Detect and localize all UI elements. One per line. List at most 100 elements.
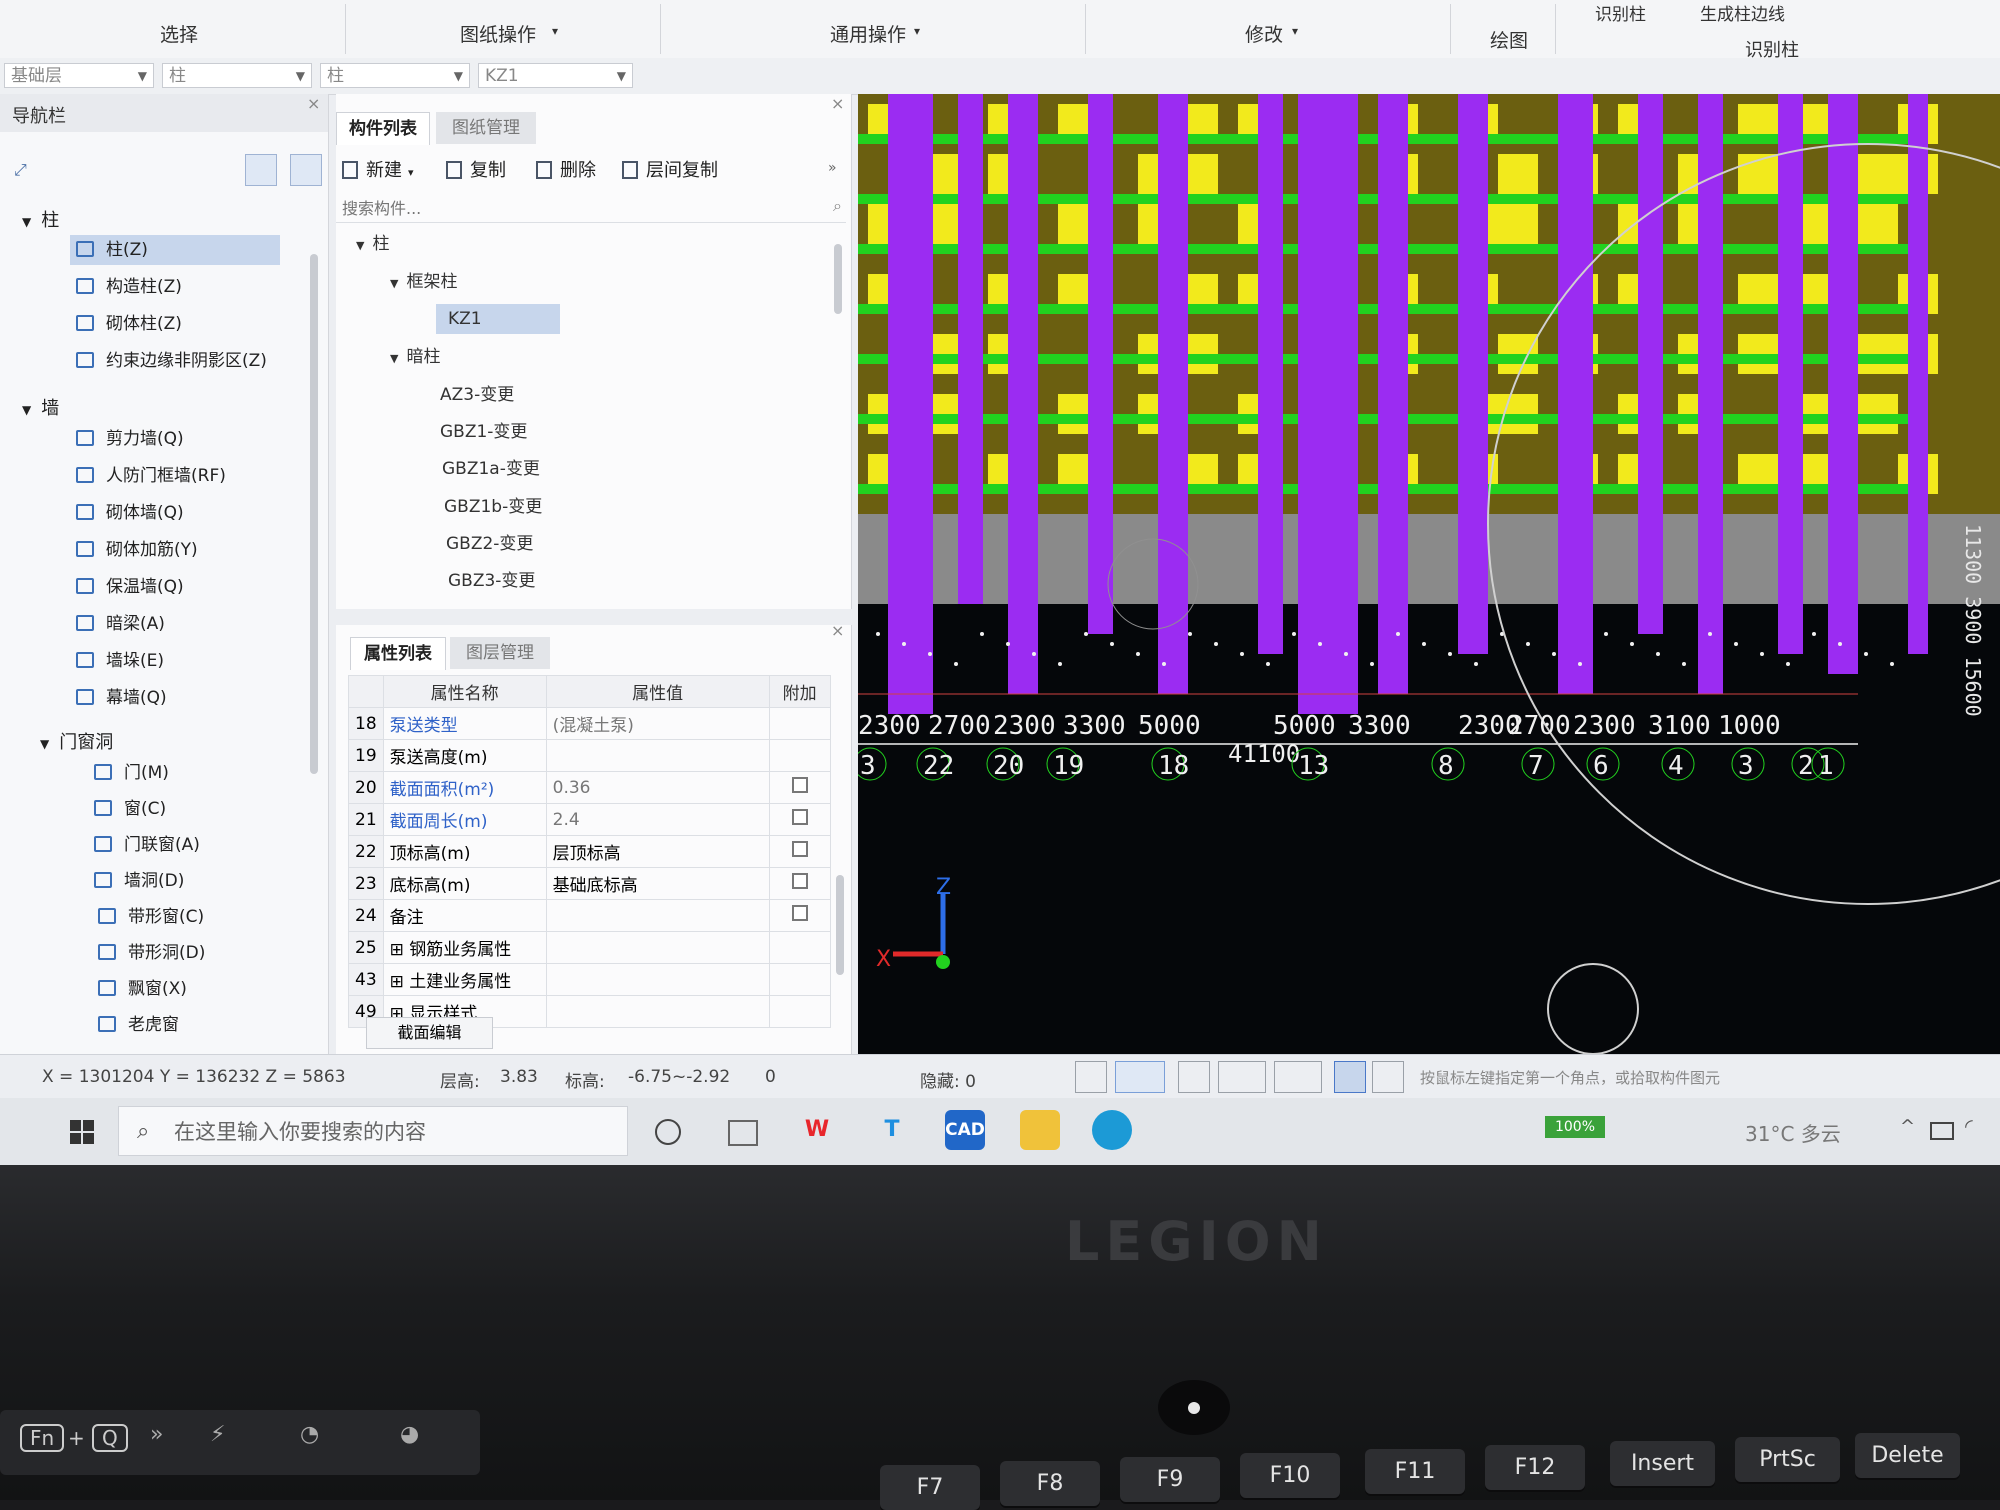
key-prtsc[interactable]: PrtSc xyxy=(1735,1437,1840,1482)
windows-start-icon[interactable] xyxy=(70,1120,94,1144)
new-button[interactable]: 新建 ▾ xyxy=(342,156,414,186)
ortho-icon[interactable] xyxy=(1075,1061,1107,1093)
angle-icon[interactable] xyxy=(1218,1061,1266,1093)
property-scrollbar[interactable] xyxy=(836,875,844,975)
snap-icon[interactable] xyxy=(1115,1061,1165,1093)
key-f12[interactable]: F12 xyxy=(1485,1445,1585,1490)
tree-item-gbz1a[interactable]: GBZ1a-变更 xyxy=(442,454,540,484)
attach-checkbox[interactable] xyxy=(791,905,808,921)
cross-icon[interactable] xyxy=(1178,1061,1210,1093)
t-app-icon[interactable]: T xyxy=(872,1110,912,1150)
nav-item-column[interactable]: 柱(Z) xyxy=(70,235,280,265)
nav-item-civil-defense-wall[interactable]: 人防门框墙(RF) xyxy=(70,461,280,491)
more-icon[interactable]: » xyxy=(828,160,837,176)
key-f9[interactable]: F9 xyxy=(1120,1457,1220,1502)
tree-root-column[interactable]: ▼ 柱 xyxy=(356,229,389,259)
select-mode-icon[interactable] xyxy=(1334,1061,1366,1093)
property-value[interactable]: 基础底标高 xyxy=(545,867,770,900)
nav-item-bay-window[interactable]: 飘窗(X) xyxy=(92,974,302,1004)
nav-item-window[interactable]: 窗(C) xyxy=(88,794,298,824)
attach-checkbox[interactable] xyxy=(791,809,808,825)
nav-item-door-window[interactable]: 门联窗(A) xyxy=(88,830,298,860)
close-icon[interactable]: × xyxy=(831,94,844,113)
nav-group-column[interactable]: ▼ 柱 xyxy=(22,206,59,232)
property-row[interactable]: 22 顶标高(m) 层顶标高 xyxy=(348,835,831,868)
weather-text[interactable]: 31°C 多云 xyxy=(1745,1118,1841,1147)
task-view-icon[interactable] xyxy=(728,1120,758,1146)
property-row[interactable]: 21 截面周长(m) 2.4 xyxy=(348,803,831,836)
nav-item-door[interactable]: 门(M) xyxy=(88,758,298,788)
copy-between-floors-button[interactable]: 层间复制 xyxy=(622,156,718,186)
tab-property-list[interactable]: 属性列表 xyxy=(350,637,446,670)
nav-item-wall-opening[interactable]: 墙洞(D) xyxy=(88,866,298,896)
property-value[interactable] xyxy=(545,963,770,996)
power-button[interactable] xyxy=(1158,1380,1230,1435)
cad-app-icon[interactable]: CAD xyxy=(945,1110,985,1150)
property-row[interactable]: 25 ⊞ 钢筋业务属性 xyxy=(348,931,831,964)
property-value[interactable] xyxy=(545,739,770,772)
nav-scrollbar[interactable] xyxy=(310,254,318,774)
nav-item-masonry-column[interactable]: 砌体柱(Z) xyxy=(70,309,280,339)
fn-key[interactable]: Fn xyxy=(20,1424,65,1452)
nav-item-hidden-beam[interactable]: 暗梁(A) xyxy=(70,609,280,639)
property-value[interactable]: 0.36 xyxy=(545,771,770,804)
file-explorer-icon[interactable] xyxy=(1020,1110,1060,1150)
property-value[interactable]: 2.4 xyxy=(545,803,770,836)
wps-office-icon[interactable]: W xyxy=(797,1110,837,1150)
ribbon-group-drawing-ops[interactable]: 图纸操作 xyxy=(460,20,536,47)
close-icon[interactable]: × xyxy=(307,94,320,113)
property-row[interactable]: 18 泵送类型 (混凝土泵) xyxy=(348,707,831,740)
attach-checkbox[interactable] xyxy=(791,777,808,793)
nav-item-wall-pier[interactable]: 墙垛(E) xyxy=(70,646,280,676)
ribbon-group-modify[interactable]: 修改 xyxy=(1245,20,1283,47)
pin-icon[interactable]: ⤢ xyxy=(14,160,27,180)
nav-item-constraint-edge[interactable]: 约束边缘非阴影区(Z) xyxy=(70,346,320,376)
chevron-down-icon[interactable]: ▾ xyxy=(1292,24,1298,38)
wifi-icon[interactable]: ◜ xyxy=(1965,1114,1973,1138)
nav-item-masonry-rebar[interactable]: 砌体加筋(Y) xyxy=(70,535,280,565)
generate-column-edge-button[interactable]: 生成柱边线 xyxy=(1700,0,1785,25)
nav-item-insulation-wall[interactable]: 保温墙(Q) xyxy=(70,572,280,602)
tree-item-gbz2[interactable]: GBZ2-变更 xyxy=(446,529,533,559)
property-row[interactable]: 23 底标高(m) 基础底标高 xyxy=(348,867,831,900)
q-key[interactable]: Q xyxy=(92,1424,128,1452)
nav-item-strip-opening[interactable]: 带形洞(D) xyxy=(92,938,302,968)
nav-item-curtain-wall[interactable]: 幕墙(Q) xyxy=(70,683,280,713)
arc-icon[interactable] xyxy=(1372,1061,1404,1093)
search-box[interactable]: ⌕ xyxy=(336,194,846,223)
property-row[interactable]: 24 备注 xyxy=(348,899,831,932)
chevron-up-icon[interactable]: ^ xyxy=(1900,1116,1915,1137)
chevron-down-icon[interactable]: ▾ xyxy=(914,24,920,38)
property-value[interactable]: 层顶标高 xyxy=(545,835,770,868)
nav-item-constructional-column[interactable]: 构造柱(Z) xyxy=(70,272,280,302)
property-row[interactable]: 43 ⊞ 土建业务属性 xyxy=(348,963,831,996)
tab-component-list[interactable]: 构件列表 xyxy=(336,112,430,145)
nav-item-masonry-wall[interactable]: 砌体墙(Q) xyxy=(70,498,280,528)
component-select[interactable]: KZ1 ▼ xyxy=(478,63,633,88)
nav-group-wall[interactable]: ▼ 墙 xyxy=(22,394,59,420)
tree-group-hidden-column[interactable]: ▼ 暗柱 xyxy=(390,342,440,372)
key-f8[interactable]: F8 xyxy=(1000,1461,1100,1506)
tree-item-gbz1[interactable]: GBZ1-变更 xyxy=(440,417,527,447)
property-value[interactable] xyxy=(545,931,770,964)
nav-item-dormer-window[interactable]: 老虎窗 xyxy=(92,1010,302,1040)
key-delete[interactable]: Delete xyxy=(1855,1433,1960,1478)
type-select[interactable]: 柱 ▼ xyxy=(320,63,470,88)
tree-group-frame-column[interactable]: ▼ 框架柱 xyxy=(390,267,457,297)
offset-icon[interactable] xyxy=(1274,1061,1322,1093)
detail-view-icon[interactable] xyxy=(290,154,322,186)
cortana-icon[interactable] xyxy=(655,1119,681,1145)
taskbar-search-box[interactable]: ⌕ 在这里输入你要搜索的内容 xyxy=(118,1106,628,1156)
nav-group-door-window[interactable]: ▼ 门窗洞 xyxy=(40,728,113,754)
category-select[interactable]: 柱 ▼ xyxy=(162,63,312,88)
key-insert[interactable]: Insert xyxy=(1610,1441,1715,1486)
battery-icon[interactable] xyxy=(1930,1122,1954,1140)
tree-item-gbz1b[interactable]: GBZ1b-变更 xyxy=(444,492,542,522)
tree-item-az3[interactable]: AZ3-变更 xyxy=(440,380,514,410)
property-value[interactable] xyxy=(545,995,770,1028)
property-row[interactable]: 20 截面面积(m²) 0.36 xyxy=(348,771,831,804)
delete-button[interactable]: 删除 xyxy=(536,156,596,186)
section-edit-button[interactable]: 截面编辑 xyxy=(366,1017,493,1049)
tree-item-gbz3[interactable]: GBZ3-变更 xyxy=(448,566,535,596)
property-value[interactable] xyxy=(545,899,770,932)
